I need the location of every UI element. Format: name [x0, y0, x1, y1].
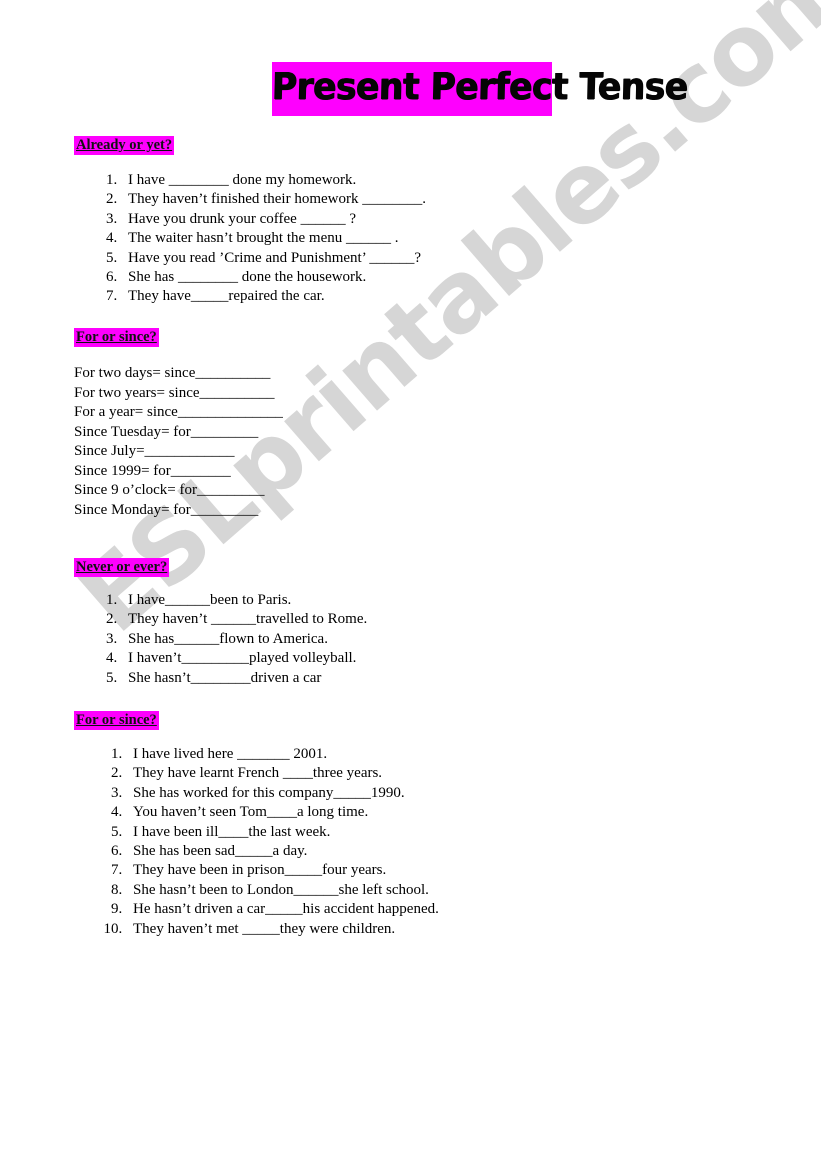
list-item: She has worked for this company_____1990… — [126, 784, 439, 803]
list-item: They have been in prison_____four years. — [126, 861, 439, 880]
list-item: They have_____repaired the car. — [121, 287, 426, 306]
list-item: I haven’t_________played volleyball. — [121, 649, 367, 668]
equation-line: Since July=____________ — [74, 443, 235, 459]
list-item: She hasn’t________driven a car — [121, 669, 367, 688]
list-item: He hasn’t driven a car_____his accident … — [126, 900, 439, 919]
list-item: She has______flown to America. — [121, 630, 367, 649]
list-item: I have ________ done my homework. — [121, 171, 426, 190]
equation-line: Since Monday= for_________ — [74, 501, 259, 518]
title-banner: Present Perfect Tense — [271, 62, 689, 116]
list-item: You haven’t seen Tom____a long time. — [126, 803, 439, 822]
equation-line: For two days= since__________ — [74, 365, 271, 381]
list-item: They haven’t finished their homework ___… — [121, 190, 426, 209]
list-item: The waiter hasn’t brought the menu _____… — [121, 229, 426, 248]
list-item: She has been sad_____a day. — [126, 842, 439, 861]
list-item: They haven’t ______travelled to Rome. — [121, 610, 367, 629]
list-item: She has ________ done the housework. — [121, 268, 426, 287]
list-item: I have______been to Paris. — [121, 591, 367, 610]
list-item: I have lived here _______ 2001. — [126, 745, 439, 764]
equation-line: Since Tuesday= for_________ — [74, 423, 259, 440]
list-item: I have been ill____the last week. — [126, 823, 439, 842]
exercise-list-never-or-ever: I have______been to Paris. They haven’t … — [90, 591, 367, 688]
equation-line: Since 1999= for________ — [74, 462, 231, 479]
list-item: She hasn’t been to London______she left … — [126, 881, 439, 900]
equation-block-for-or-since: For two days= since__________ For two ye… — [74, 364, 283, 520]
list-item: They have learnt French ____three years. — [126, 764, 439, 783]
section-header-for-or-since-1: For or since? — [74, 328, 159, 347]
section-header-for-or-since-2: For or since? — [74, 711, 159, 730]
section-header-already-or-yet: Already or yet? — [74, 136, 175, 155]
section-header-never-or-ever: Never or ever? — [74, 558, 170, 577]
worksheet-page: Present Perfect Tense Already or yet? I … — [0, 0, 821, 1169]
page-title: Present Perfect Tense — [271, 65, 689, 108]
exercise-list-for-or-since-2: I have lived here _______ 2001. They hav… — [90, 745, 439, 939]
equation-line: For a year= since______________ — [74, 404, 283, 420]
list-item: Have you drunk your coffee ______ ? — [121, 210, 426, 229]
list-item: Have you read ’Crime and Punishment’ ___… — [121, 249, 426, 268]
equation-line: For two years= since__________ — [74, 384, 275, 401]
equation-line: Since 9 o’clock= for_________ — [74, 482, 265, 498]
list-item: They haven’t met _____they were children… — [126, 920, 439, 939]
exercise-list-already-or-yet: I have ________ done my homework. They h… — [90, 171, 426, 307]
